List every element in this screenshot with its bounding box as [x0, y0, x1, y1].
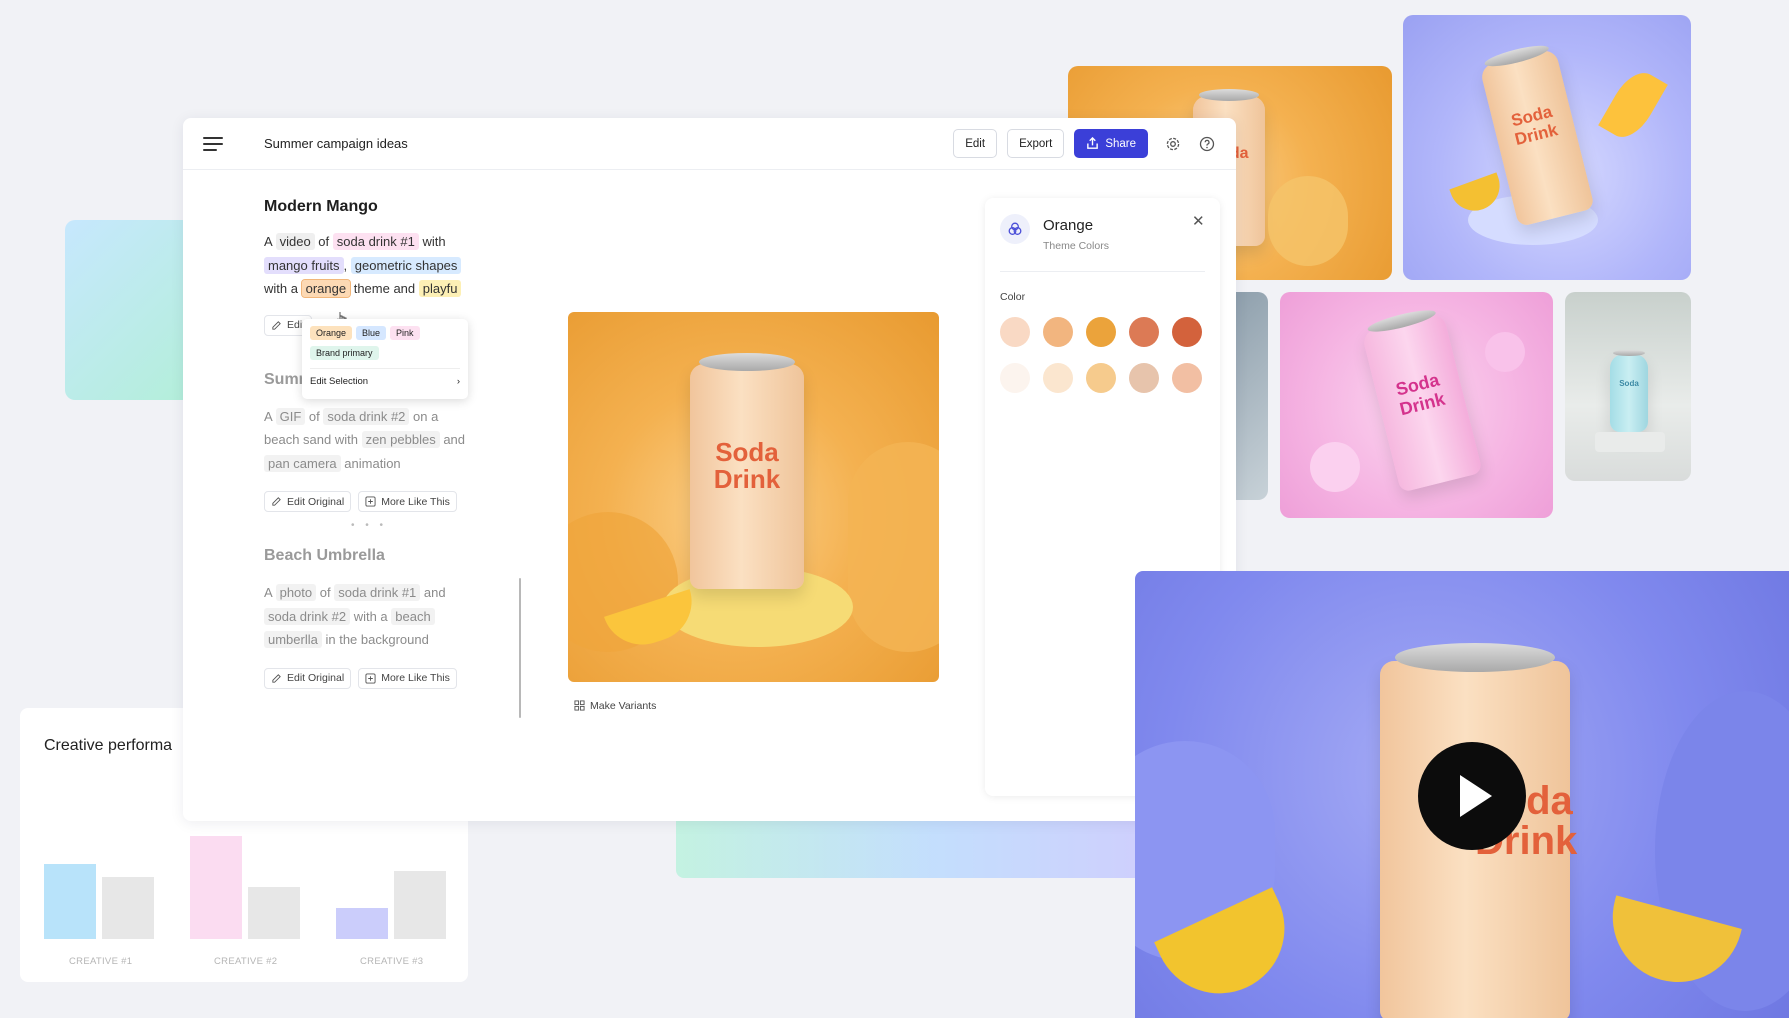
- share-button[interactable]: Share: [1074, 129, 1148, 158]
- color-swatch[interactable]: [1172, 363, 1202, 393]
- section-title: Beach Umbrella: [264, 547, 385, 564]
- decorative-gradient: [65, 220, 195, 400]
- play-button[interactable]: [1418, 742, 1526, 850]
- can-label: Soda: [715, 437, 779, 467]
- top-bar: Summer campaign ideas Edit Export Share: [183, 118, 1236, 170]
- more-like-this-button[interactable]: More Like This: [358, 667, 457, 689]
- generated-image[interactable]: Soda Drink: [568, 312, 939, 682]
- share-label: Share: [1105, 137, 1136, 150]
- can-label: Soda: [1619, 379, 1639, 388]
- edit-original-button[interactable]: Edit Original: [264, 667, 352, 689]
- chart-bar: [102, 877, 154, 939]
- plus-square-icon: [365, 672, 376, 684]
- panel-title: Orange: [1043, 217, 1094, 234]
- close-icon[interactable]: ✕: [1192, 212, 1205, 230]
- edit-icon: [272, 497, 281, 506]
- help-icon[interactable]: [1198, 135, 1216, 153]
- prompt-text[interactable]: A GIF of soda drink #2 on a beach sand w…: [264, 405, 474, 476]
- performance-title: Creative performa: [44, 737, 173, 754]
- chart-bar: [44, 864, 96, 939]
- tag-blue[interactable]: Blue: [356, 326, 387, 340]
- color-swatch[interactable]: [1043, 317, 1073, 347]
- bar-label: CREATIVE #3: [360, 956, 424, 967]
- bar-label: CREATIVE #1: [69, 956, 133, 967]
- section-title: Modern Mango: [264, 198, 378, 215]
- more-like-this-button[interactable]: More Like This: [358, 491, 457, 512]
- panel-subtitle: Theme Colors: [1043, 240, 1109, 252]
- tag-orange[interactable]: Orange: [310, 326, 353, 340]
- grid-icon: [574, 700, 585, 711]
- tag-brand-primary[interactable]: Brand primary: [310, 346, 379, 360]
- separator-dots: • • •: [350, 520, 388, 531]
- document-title: Summer campaign ideas: [264, 136, 408, 151]
- plus-square-icon: [365, 496, 376, 507]
- chart-bar: [248, 887, 300, 939]
- color-label: Color: [1000, 291, 1026, 303]
- gallery-image-blue[interactable]: Soda Drink: [1403, 15, 1691, 280]
- edit-button[interactable]: Edit: [953, 129, 998, 158]
- menu-icon[interactable]: [203, 136, 223, 151]
- gallery-image-pink[interactable]: Soda Drink: [1280, 292, 1553, 518]
- color-swatch[interactable]: [1000, 317, 1030, 347]
- gallery-image-grey[interactable]: Soda: [1565, 292, 1691, 481]
- editor-window: Summer campaign ideas Edit Export Share …: [183, 118, 1236, 821]
- performance-chart: [44, 836, 446, 939]
- chevron-right-icon: ›: [456, 376, 460, 387]
- export-button[interactable]: Export: [1007, 129, 1065, 158]
- make-variants-button[interactable]: Make Variants: [568, 695, 663, 716]
- edit-icon: [272, 320, 281, 330]
- color-swatch[interactable]: [1172, 317, 1202, 347]
- edit-selection-item[interactable]: Edit Selection ›: [310, 368, 460, 387]
- palette-icon: [1000, 214, 1030, 244]
- bar-label: CREATIVE #2: [214, 956, 278, 967]
- swatch-grid: [1000, 317, 1220, 409]
- edit-icon: [272, 673, 281, 683]
- can-label: Drink: [713, 464, 781, 494]
- color-swatch[interactable]: [1086, 363, 1116, 393]
- chart-bar: [394, 871, 446, 939]
- prompt-text[interactable]: A photo of soda drink #1 and soda drink …: [264, 581, 474, 652]
- tag-pink[interactable]: Pink: [390, 326, 420, 340]
- gallery-image-steel[interactable]: [1236, 292, 1268, 500]
- edit-original-button[interactable]: Edit Original: [264, 491, 352, 512]
- scrollbar[interactable]: [519, 578, 521, 718]
- color-swatch[interactable]: [1000, 363, 1030, 393]
- share-icon: [1087, 137, 1099, 149]
- color-swatch[interactable]: [1129, 317, 1159, 347]
- color-swatch[interactable]: [1129, 363, 1159, 393]
- color-suggestion-popup: Orange Blue Pink Brand primary Edit Select…: [302, 319, 468, 399]
- chart-bar: [190, 836, 242, 939]
- prompt-list: Modern Mango A video of soda drink #1 wi…: [264, 170, 474, 689]
- divider: [1000, 271, 1205, 272]
- prompt-text[interactable]: A video of soda drink #1 with mango frui…: [264, 230, 474, 301]
- color-swatch[interactable]: [1043, 363, 1073, 393]
- color-swatch[interactable]: [1086, 317, 1116, 347]
- chart-bar: [336, 908, 388, 939]
- gear-icon[interactable]: [1164, 135, 1182, 153]
